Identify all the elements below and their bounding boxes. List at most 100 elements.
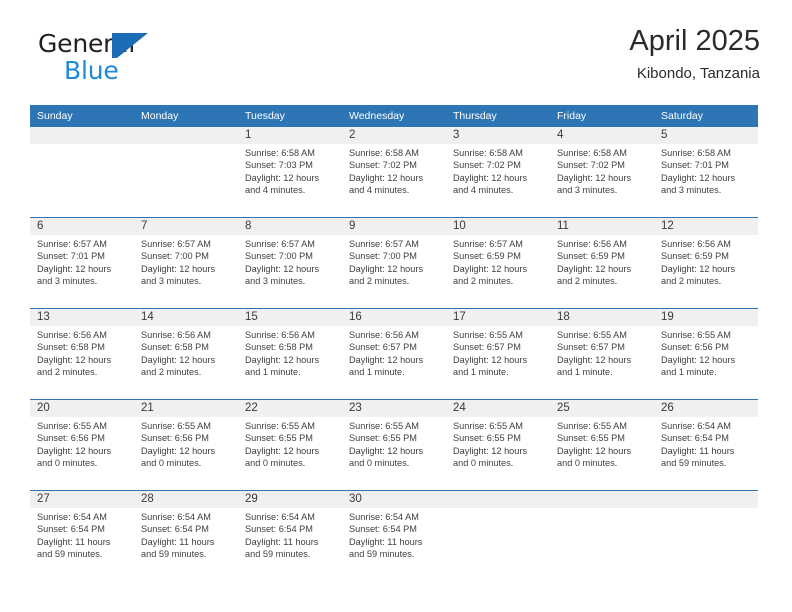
daylight-text: Daylight: 12 hours and 1 minute. <box>453 354 528 378</box>
calendar-day-cell[interactable]: 23 Sunrise: 6:55 AM Sunset: 6:55 PM Dayligh… <box>342 399 446 491</box>
daylight-text: Daylight: 12 hours and 2 minutes. <box>37 354 112 378</box>
day-cell-inner: 12 Sunrise: 6:56 AM Sunset: 6:59 PM Dayligh… <box>654 218 758 308</box>
calendar-day-cell[interactable]: 13 Sunrise: 6:56 AM Sunset: 6:58 PM Dayligh… <box>30 308 134 400</box>
day-number: 12 <box>654 218 758 235</box>
sunrise-text: Sunrise: 6:57 AM <box>349 239 419 249</box>
calendar-day-cell[interactable]: 12 Sunrise: 6:56 AM Sunset: 6:59 PM Dayligh… <box>654 217 758 309</box>
day-cell-inner: 18 Sunrise: 6:55 AM Sunset: 6:57 PM Dayligh… <box>550 309 654 399</box>
sunrise-text: Sunrise: 6:55 AM <box>453 330 523 340</box>
calendar-day-cell[interactable]: 20 Sunrise: 6:55 AM Sunset: 6:56 PM Dayligh… <box>30 399 134 491</box>
sunset-text: Sunset: 6:59 PM <box>453 251 521 262</box>
calendar-day-cell[interactable]: 10 Sunrise: 6:57 AM Sunset: 6:59 PM Dayligh… <box>446 217 550 309</box>
daylight-text: Daylight: 12 hours and 0 minutes. <box>453 445 528 469</box>
sunset-text: Sunset: 6:59 PM <box>557 251 625 262</box>
calendar-header-row: Sunday Monday Tuesday Wednesday Thursday Frid… <box>30 105 758 127</box>
calendar-day-cell-empty <box>654 490 758 581</box>
day-cell-inner <box>550 491 654 581</box>
calendar-day-cell[interactable]: 15 Sunrise: 6:56 AM Sunset: 6:58 PM Dayligh… <box>238 308 342 400</box>
calendar-day-cell[interactable]: 14 Sunrise: 6:56 AM Sunset: 6:58 PM Dayligh… <box>134 308 238 400</box>
brand-name-general: General <box>38 30 258 58</box>
calendar-week-row: 13 Sunrise: 6:56 AM Sunset: 6:58 PM Dayligh… <box>30 308 758 400</box>
calendar-day-cell[interactable]: 16 Sunrise: 6:56 AM Sunset: 6:57 PM Dayligh… <box>342 308 446 400</box>
sunset-text: Sunset: 6:54 PM <box>661 433 729 444</box>
calendar-day-cell[interactable]: 29 Sunrise: 6:54 AM Sunset: 6:54 PM Dayligh… <box>238 490 342 581</box>
sunset-text: Sunset: 6:54 PM <box>141 524 209 535</box>
daylight-text: Daylight: 11 hours and 59 minutes. <box>661 445 735 469</box>
day-number <box>134 127 238 144</box>
day-cell-inner: 19 Sunrise: 6:55 AM Sunset: 6:56 PM Dayligh… <box>654 309 758 399</box>
generalblue-triangle-logo-icon <box>112 33 148 58</box>
day-number: 5 <box>654 127 758 144</box>
calendar-day-cell[interactable]: 5 Sunrise: 6:58 AM Sunset: 7:01 PM Daylight… <box>654 127 758 218</box>
sunrise-text: Sunrise: 6:57 AM <box>245 239 315 249</box>
calendar-day-cell[interactable]: 26 Sunrise: 6:54 AM Sunset: 6:54 PM Dayligh… <box>654 399 758 491</box>
calendar-day-cell-empty <box>550 490 654 581</box>
day-details: Sunrise: 6:55 AM Sunset: 6:56 PM Daylight:… <box>30 417 134 470</box>
day-details: Sunrise: 6:54 AM Sunset: 6:54 PM Daylight:… <box>654 417 758 470</box>
calendar-day-cell[interactable]: 18 Sunrise: 6:55 AM Sunset: 6:57 PM Dayligh… <box>550 308 654 400</box>
daylight-text: Daylight: 12 hours and 4 minutes. <box>349 172 424 196</box>
calendar-day-cell[interactable]: 17 Sunrise: 6:55 AM Sunset: 6:57 PM Dayligh… <box>446 308 550 400</box>
calendar-day-cell[interactable]: 7 Sunrise: 6:57 AM Sunset: 7:00 PM Daylight… <box>134 217 238 309</box>
sunset-text: Sunset: 7:02 PM <box>349 160 417 171</box>
daylight-text: Daylight: 12 hours and 2 minutes. <box>661 263 736 287</box>
day-cell-inner: 11 Sunrise: 6:56 AM Sunset: 6:59 PM Dayligh… <box>550 218 654 308</box>
day-number: 21 <box>134 400 238 417</box>
day-details: Sunrise: 6:54 AM Sunset: 6:54 PM Daylight:… <box>238 508 342 561</box>
calendar-table: Sunday Monday Tuesday Wednesday Thursday Frid… <box>30 105 758 581</box>
calendar-day-cell[interactable]: 2 Sunrise: 6:58 AM Sunset: 7:02 PM Daylight… <box>342 127 446 218</box>
sunset-text: Sunset: 7:00 PM <box>245 251 313 262</box>
calendar-container: Sunday Monday Tuesday Wednesday Thursday Frid… <box>30 105 758 581</box>
sunrise-text: Sunrise: 6:56 AM <box>141 330 211 340</box>
day-details: Sunrise: 6:57 AM Sunset: 7:00 PM Daylight:… <box>238 235 342 288</box>
calendar-day-cell[interactable]: 19 Sunrise: 6:55 AM Sunset: 6:56 PM Dayligh… <box>654 308 758 400</box>
calendar-day-cell[interactable]: 8 Sunrise: 6:57 AM Sunset: 7:00 PM Daylight… <box>238 217 342 309</box>
day-details: Sunrise: 6:58 AM Sunset: 7:03 PM Daylight:… <box>238 144 342 197</box>
sunrise-text: Sunrise: 6:54 AM <box>37 512 107 522</box>
sunrise-text: Sunrise: 6:54 AM <box>661 421 731 431</box>
brand-logo[interactable]: General Blue <box>38 30 258 90</box>
calendar-body: 1 Sunrise: 6:58 AM Sunset: 7:03 PM Daylight… <box>30 127 758 581</box>
sunset-text: Sunset: 6:55 PM <box>453 433 521 444</box>
sunrise-text: Sunrise: 6:54 AM <box>349 512 419 522</box>
day-number: 20 <box>30 400 134 417</box>
calendar-day-cell[interactable]: 6 Sunrise: 6:57 AM Sunset: 7:01 PM Daylight… <box>30 217 134 309</box>
calendar-day-cell[interactable]: 28 Sunrise: 6:54 AM Sunset: 6:54 PM Dayligh… <box>134 490 238 581</box>
day-number: 24 <box>446 400 550 417</box>
daylight-text: Daylight: 12 hours and 2 minutes. <box>141 354 216 378</box>
day-number: 6 <box>30 218 134 235</box>
day-number <box>550 491 654 508</box>
calendar-day-cell[interactable]: 4 Sunrise: 6:58 AM Sunset: 7:02 PM Daylight… <box>550 127 654 218</box>
day-number: 22 <box>238 400 342 417</box>
day-cell-inner <box>30 127 134 217</box>
calendar-day-cell[interactable]: 1 Sunrise: 6:58 AM Sunset: 7:03 PM Daylight… <box>238 127 342 218</box>
daylight-text: Daylight: 11 hours and 59 minutes. <box>245 536 319 560</box>
day-details: Sunrise: 6:58 AM Sunset: 7:02 PM Daylight:… <box>550 144 654 197</box>
weekday-header-saturday: Saturday <box>654 105 758 127</box>
weekday-header-tuesday: Tuesday <box>238 105 342 127</box>
day-details: Sunrise: 6:55 AM Sunset: 6:55 PM Daylight:… <box>550 417 654 470</box>
day-cell-inner: 2 Sunrise: 6:58 AM Sunset: 7:02 PM Daylight… <box>342 127 446 217</box>
sunrise-text: Sunrise: 6:55 AM <box>661 330 731 340</box>
calendar-day-cell[interactable]: 25 Sunrise: 6:55 AM Sunset: 6:55 PM Dayligh… <box>550 399 654 491</box>
calendar-day-cell[interactable]: 22 Sunrise: 6:55 AM Sunset: 6:55 PM Dayligh… <box>238 399 342 491</box>
page-subtitle-location: Kibondo, Tanzania <box>636 65 760 82</box>
sunset-text: Sunset: 6:54 PM <box>245 524 313 535</box>
sunrise-text: Sunrise: 6:55 AM <box>245 421 315 431</box>
day-number: 8 <box>238 218 342 235</box>
day-cell-inner: 24 Sunrise: 6:55 AM Sunset: 6:55 PM Dayligh… <box>446 400 550 490</box>
calendar-day-cell[interactable]: 9 Sunrise: 6:57 AM Sunset: 7:00 PM Daylight… <box>342 217 446 309</box>
day-details: Sunrise: 6:56 AM Sunset: 6:58 PM Daylight:… <box>238 326 342 379</box>
daylight-text: Daylight: 11 hours and 59 minutes. <box>349 536 423 560</box>
sunset-text: Sunset: 6:56 PM <box>141 433 209 444</box>
calendar-day-cell[interactable]: 3 Sunrise: 6:58 AM Sunset: 7:02 PM Daylight… <box>446 127 550 218</box>
calendar-day-cell[interactable]: 21 Sunrise: 6:55 AM Sunset: 6:56 PM Dayligh… <box>134 399 238 491</box>
calendar-day-cell[interactable]: 24 Sunrise: 6:55 AM Sunset: 6:55 PM Dayligh… <box>446 399 550 491</box>
calendar-day-cell[interactable]: 30 Sunrise: 6:54 AM Sunset: 6:54 PM Dayligh… <box>342 490 446 581</box>
weekday-header-wednesday: Wednesday <box>342 105 446 127</box>
sunset-text: Sunset: 6:55 PM <box>349 433 417 444</box>
logo-triangle-shape <box>117 33 148 58</box>
calendar-day-cell[interactable]: 11 Sunrise: 6:56 AM Sunset: 6:59 PM Dayligh… <box>550 217 654 309</box>
calendar-day-cell[interactable]: 27 Sunrise: 6:54 AM Sunset: 6:54 PM Dayligh… <box>30 490 134 581</box>
day-number <box>30 127 134 144</box>
